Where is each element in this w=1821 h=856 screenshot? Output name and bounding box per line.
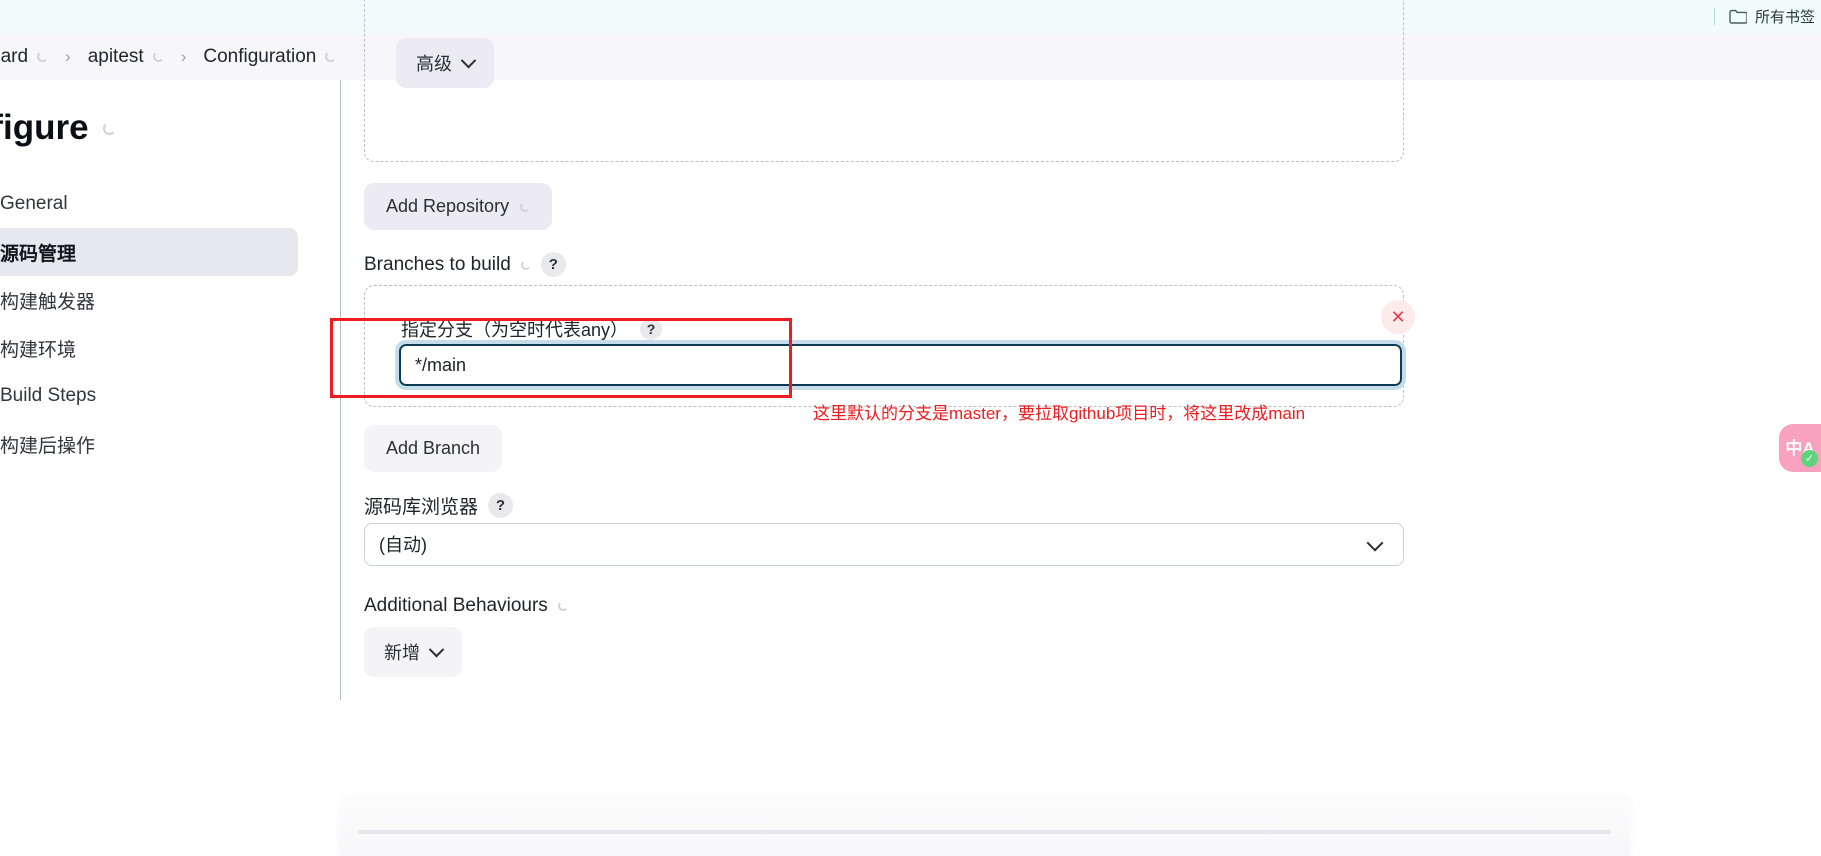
- branches-to-build-text: Branches to build: [364, 253, 511, 275]
- add-behaviour-label: 新增: [384, 643, 420, 663]
- loading-spinner-icon: [152, 51, 164, 62]
- breadcrumb-item-apitest[interactable]: apitest: [88, 46, 164, 68]
- chevron-down-icon: [428, 641, 445, 657]
- translate-widget-button[interactable]: 中A ✓: [1779, 424, 1821, 472]
- advanced-button[interactable]: 高级: [396, 38, 494, 88]
- sidebar-item-post-build-actions[interactable]: 构建后操作: [0, 420, 298, 468]
- branches-to-build-label: Branches to build ?: [364, 252, 566, 277]
- help-icon-specify-branch[interactable]: ?: [640, 318, 663, 340]
- bookmark-divider: [1713, 8, 1715, 25]
- loading-spinner-icon: [37, 51, 49, 62]
- sidebar-nav: General 源码管理 构建触发器 构建环境 Build Steps 构建后操…: [0, 180, 298, 468]
- footer-progress-rule: [358, 830, 1611, 834]
- add-repository-label: Add Repository: [386, 196, 510, 216]
- sidebar-item-build-triggers[interactable]: 构建触发器: [0, 276, 298, 324]
- sidebar-item-label: 构建环境: [0, 339, 77, 361]
- sidebar-item-label: 构建触发器: [0, 291, 96, 313]
- sidebar-item-build-environment[interactable]: 构建环境: [0, 324, 298, 372]
- main-content: 高级 Add Repository Branches to build ? 指定…: [340, 0, 1440, 700]
- breadcrumb-item-dashboard[interactable]: oard: [0, 45, 49, 68]
- add-branch-label: Add Branch: [386, 438, 481, 458]
- sidebar-item-label: 构建后操作: [0, 435, 96, 457]
- sidebar-item-build-steps[interactable]: Build Steps: [0, 372, 298, 420]
- breadcrumb-items: oard › apitest › Configuration: [0, 45, 337, 68]
- all-bookmarks-button[interactable]: 所有书签: [1729, 6, 1815, 27]
- branch-specifier-input[interactable]: [395, 340, 1406, 390]
- breadcrumb-separator-1: ›: [65, 46, 71, 66]
- all-bookmarks-label: 所有书签: [1754, 9, 1815, 26]
- repository-browser-text: 源码库浏览器: [364, 497, 479, 518]
- repository-browser-label: 源码库浏览器 ?: [364, 492, 514, 519]
- delete-branch-button[interactable]: ✕: [1381, 300, 1415, 334]
- sidebar-item-label: 源码管理: [0, 243, 77, 265]
- help-icon-repository-browser[interactable]: ?: [488, 493, 514, 518]
- sidebar-item-label: Build Steps: [0, 385, 97, 406]
- loading-spinner-icon: [520, 201, 531, 212]
- loading-spinner-icon: [325, 51, 337, 62]
- chevron-down-icon: [460, 52, 477, 68]
- annotation-note-text: 这里默认的分支是master，要拉取github项目时，将这里改成main: [813, 404, 1306, 423]
- loading-spinner-icon: [102, 121, 116, 135]
- specify-branch-label: 指定分支（为空时代表any） ?: [401, 316, 663, 342]
- sticky-footer-bar: [340, 799, 1630, 856]
- advanced-button-label: 高级: [416, 54, 452, 74]
- repository-browser-select[interactable]: (自动): [364, 523, 1404, 566]
- sidebar-item-source-code-management[interactable]: 源码管理: [0, 228, 298, 276]
- page-body: nfigure General 源码管理 构建触发器 构建环境 Build St…: [0, 0, 1821, 856]
- folder-icon: [1729, 9, 1747, 24]
- loading-spinner-icon: [520, 259, 531, 270]
- additional-behaviours-text: Additional Behaviours: [364, 595, 548, 616]
- breadcrumb-label-configuration: Configuration: [203, 45, 317, 67]
- specify-branch-text: 指定分支（为空时代表any）: [401, 320, 629, 340]
- check-icon: ✓: [1801, 450, 1818, 467]
- add-behaviour-button[interactable]: 新增: [364, 627, 462, 677]
- close-icon: ✕: [1390, 307, 1406, 327]
- help-icon-branches[interactable]: ?: [540, 252, 566, 277]
- breadcrumb-label-dashboard: oard: [0, 45, 29, 67]
- breadcrumb-separator-2: ›: [180, 46, 187, 66]
- sidebar-item-general[interactable]: General: [0, 180, 298, 228]
- page-title: nfigure: [0, 108, 116, 148]
- loading-spinner-icon: [557, 601, 568, 611]
- add-branch-button[interactable]: Add Branch: [364, 425, 503, 472]
- page-title-text: nfigure: [0, 108, 89, 147]
- repository-block: [364, 0, 1404, 162]
- sidebar: nfigure General 源码管理 构建触发器 构建环境 Build St…: [0, 80, 340, 780]
- add-repository-button[interactable]: Add Repository: [364, 183, 553, 230]
- breadcrumb-label-apitest: apitest: [87, 45, 144, 67]
- additional-behaviours-label: Additional Behaviours: [364, 595, 568, 617]
- sidebar-item-label: General: [0, 193, 68, 214]
- breadcrumb-item-configuration[interactable]: Configuration: [203, 45, 337, 68]
